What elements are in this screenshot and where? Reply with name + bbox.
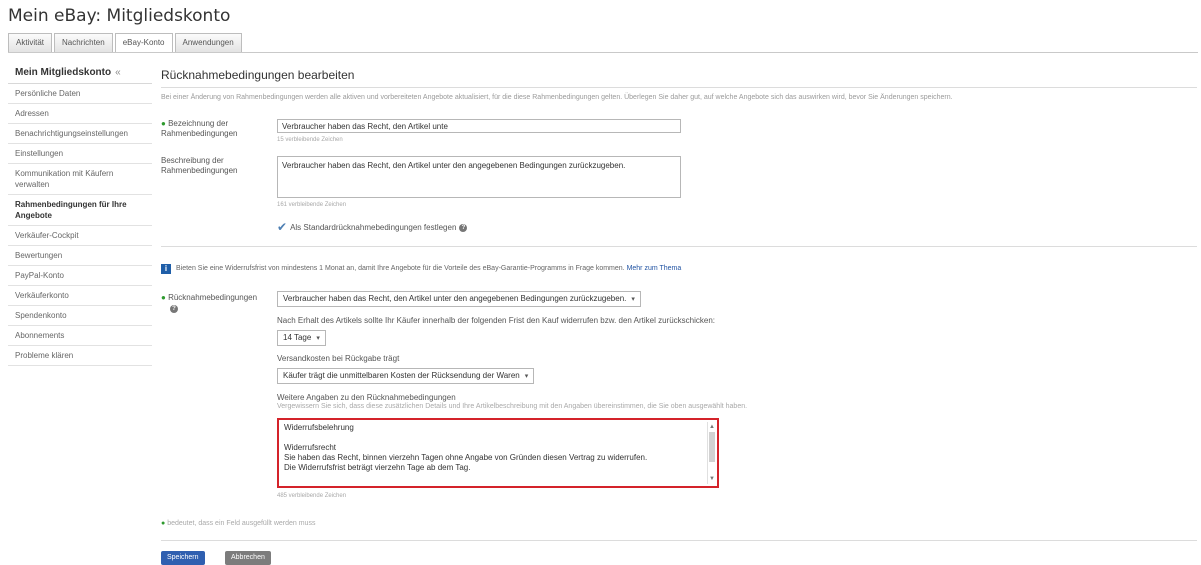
more-info-link[interactable]: Mehr zum Thema: [627, 265, 682, 272]
sidebar-item-adressen[interactable]: Adressen: [8, 104, 152, 124]
details-line: Widerrufsbelehrung: [284, 423, 354, 432]
required-marker: ●: [161, 293, 166, 302]
tab-aktivitaet[interactable]: Aktivität: [8, 33, 53, 52]
required-note: ● bedeutet, dass ein Feld ausgefüllt wer…: [161, 520, 315, 527]
sidebar-item-persoenliche-daten[interactable]: Persönliche Daten: [8, 84, 152, 104]
name-label-text: Bezeichnung der Rahmenbedingungen: [161, 119, 238, 138]
details-line: Sie haben das Recht, binnen vierzehn Tag…: [284, 453, 648, 462]
tab-ebay-konto[interactable]: eBay-Konto: [114, 33, 173, 53]
help-icon[interactable]: ?: [170, 305, 178, 313]
details-line-blank: [284, 433, 703, 443]
returns-policy-select-value: Verbraucher haben das Recht, den Artikel…: [283, 294, 627, 303]
sidebar-header[interactable]: Mein Mitgliedskonto «: [8, 62, 152, 84]
scroll-up-icon[interactable]: ▲: [708, 422, 716, 432]
sidebar-item-kommunikation[interactable]: Kommunikation mit Käufern verwalten: [8, 164, 152, 195]
chevron-down-icon: ▾: [316, 335, 320, 342]
returns-label: ● Rücknahmebedingungen ?: [161, 293, 273, 314]
policy-name-input[interactable]: Verbraucher haben das Recht, den Artikel…: [277, 119, 681, 133]
ebay-account-page: Mein eBay: Mitgliedskonto Aktivität Nach…: [0, 0, 1201, 565]
return-period-text: Nach Erhalt des Artikels sollte Ihr Käuf…: [277, 316, 716, 325]
default-checkbox-label: Als Standardrücknahmebedingungen festleg…: [290, 223, 457, 232]
chevron-down-icon: ▾: [631, 296, 635, 303]
details-hint: Vergewissern Sie sich, dass diese zusätz…: [277, 403, 748, 410]
name-label: ● Bezeichnung der Rahmenbedingungen: [161, 119, 261, 139]
return-period-select[interactable]: 14 Tage ▾: [277, 330, 326, 346]
section-divider: [161, 246, 1197, 247]
sidebar-item-verkaeufer-cockpit[interactable]: Verkäufer-Cockpit: [8, 226, 152, 246]
sidebar-item-probleme-klaeren[interactable]: Probleme klären: [8, 346, 152, 366]
textarea-scrollbar[interactable]: ▲ ▼: [707, 422, 715, 484]
required-marker: ●: [161, 119, 166, 128]
return-period-select-value: 14 Tage: [283, 333, 312, 342]
footer-divider: [161, 540, 1197, 541]
chevron-down-icon: ▾: [524, 373, 529, 380]
page-title: Mein eBay: Mitgliedskonto: [8, 6, 231, 26]
shipping-cost-label: Versandkosten bei Rückgabe trägt: [277, 354, 400, 363]
tab-anwendungen[interactable]: Anwendungen: [174, 33, 242, 52]
intro-text: Bei einer Änderung von Rahmenbedingungen…: [161, 94, 953, 101]
tab-nachrichten[interactable]: Nachrichten: [54, 33, 113, 52]
shipping-cost-select[interactable]: Käufer trägt die unmittelbaren Kosten de…: [277, 368, 535, 384]
tab-divider: [8, 52, 1198, 53]
description-label: Beschreibung der Rahmenbedingungen: [161, 156, 238, 175]
help-icon[interactable]: ?: [459, 224, 468, 232]
title-divider: [161, 87, 1197, 88]
save-button[interactable]: Speichern: [161, 551, 205, 565]
guarantee-notice: i Bieten Sie eine Widerrufsfrist von mind…: [161, 264, 681, 274]
default-checkbox-row[interactable]: ✔ Als Standardrücknahmebedingungen festle…: [277, 220, 468, 234]
name-remaining-hint: 15 verbleibende Zeichen: [277, 137, 343, 143]
sidebar-item-einstellungen[interactable]: Einstellungen: [8, 144, 152, 164]
sidebar-item-paypal-konto[interactable]: PayPal-Konto: [8, 266, 152, 286]
sidebar-item-benachrichtigungen[interactable]: Benachrichtigungseinstellungen: [8, 124, 152, 144]
description-remaining-hint: 161 verbleibende Zeichen: [277, 202, 347, 208]
additional-details-textarea[interactable]: Widerrufsbelehrung Widerrufsrecht Sie ha…: [277, 418, 719, 488]
details-line: Widerrufsrecht: [284, 443, 337, 452]
main-content: Rücknahmebedingungen bearbeiten Bei eine…: [161, 62, 1197, 565]
scroll-down-icon[interactable]: ▼: [708, 474, 716, 484]
details-remaining-hint: 485 verbleibende Zeichen: [277, 493, 347, 499]
required-note-text: bedeutet, dass ein Feld ausgefüllt werde…: [167, 520, 316, 527]
section-title: Rücknahmebedingungen bearbeiten: [161, 68, 355, 82]
sidebar-item-bewertungen[interactable]: Bewertungen: [8, 246, 152, 266]
sidebar: Mein Mitgliedskonto « Persönliche Daten A…: [8, 62, 152, 366]
details-label: Weitere Angaben zu den Rücknahmebedingun…: [277, 393, 456, 402]
sidebar-item-rahmenbedingungen[interactable]: Rahmenbedingungen für Ihre Angebote: [8, 195, 152, 226]
required-marker: ●: [161, 520, 166, 527]
shipping-cost-select-value: Käufer trägt die unmittelbaren Kosten de…: [283, 371, 520, 380]
info-icon: i: [161, 264, 171, 274]
scrollbar-thumb[interactable]: [709, 432, 715, 462]
details-line: Die Widerrufsfrist beträgt vierzehn Tage…: [284, 463, 471, 472]
sidebar-item-spendenkonto[interactable]: Spendenkonto: [8, 306, 152, 326]
returns-policy-select[interactable]: Verbraucher haben das Recht, den Artikel…: [277, 291, 641, 307]
notice-text: Bieten Sie eine Widerrufsfrist von minde…: [176, 265, 625, 272]
collapse-icon[interactable]: «: [115, 67, 121, 78]
checkmark-icon[interactable]: ✔: [277, 220, 287, 234]
sidebar-item-abonnements[interactable]: Abonnements: [8, 326, 152, 346]
policy-description-textarea[interactable]: Verbraucher haben das Recht, den Artikel…: [277, 156, 681, 198]
cancel-button[interactable]: Abbrechen: [225, 551, 271, 565]
returns-label-text: Rücknahmebedingungen: [168, 293, 258, 302]
tab-bar: Aktivität Nachrichten eBay-Konto Anwendu…: [8, 33, 242, 53]
sidebar-header-label: Mein Mitgliedskonto: [15, 67, 112, 78]
sidebar-item-verkaeuferkonto[interactable]: Verkäuferkonto: [8, 286, 152, 306]
